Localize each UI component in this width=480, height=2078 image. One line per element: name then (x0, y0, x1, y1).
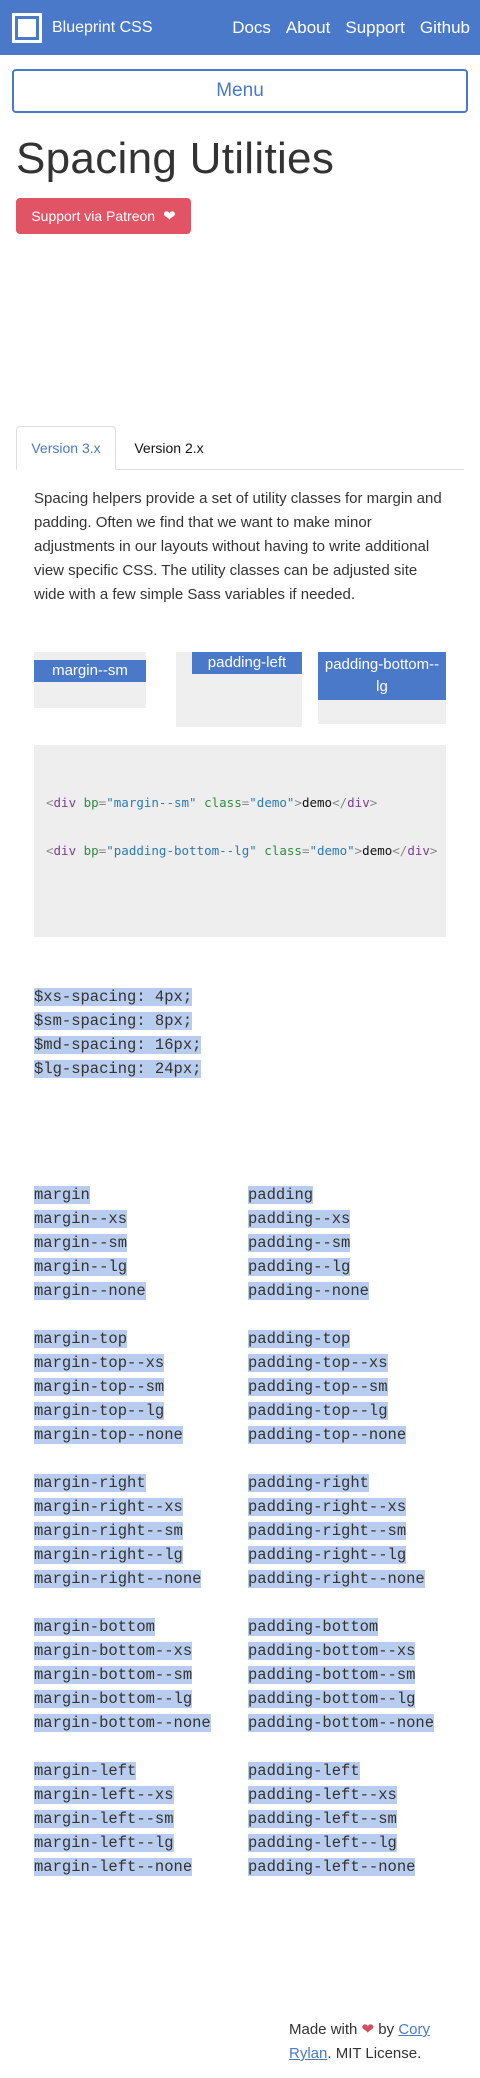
margin-class-list: margin margin--xs margin--sm margin--lg marg… (34, 1183, 211, 1903)
padding-class-group: padding-left padding-left--xs padding-left… (248, 1759, 434, 1879)
padding-class-name: padding-bottom--xs (248, 1642, 416, 1660)
padding-class-group: padding padding--xs padding--sm padding--lg… (248, 1183, 434, 1303)
padding-class-group: padding-bottom padding-bottom--xs padding-… (248, 1615, 435, 1735)
sass-var-md: $md-spacing: 16px; (34, 1036, 202, 1054)
nav-github-link[interactable]: Github (420, 18, 470, 37)
padding-class-name: padding-left--none (248, 1858, 416, 1876)
padding-class-name: padding-right--none (248, 1570, 425, 1588)
patreon-label: Support via Patreon (31, 208, 156, 224)
padding-class-name: padding-top--sm (248, 1378, 388, 1396)
padding-class-name: padding--lg (248, 1258, 351, 1276)
padding-class-name: padding-left--sm (248, 1810, 397, 1828)
margin-class-group: margin-top margin-top--xs margin-top--sm ma… (34, 1327, 211, 1447)
nav-links: Docs About Support Github (217, 18, 470, 38)
margin-class-name: margin-top--none (34, 1426, 183, 1444)
padding-class-group: padding-top padding-top--xs padding-top--s… (248, 1327, 434, 1447)
padding-class-name: padding-left (248, 1762, 360, 1780)
padding-class-name: padding-top--none (248, 1426, 407, 1444)
top-navbar: Blueprint CSS Docs About Support Github (0, 0, 480, 55)
footer-by: by (378, 2021, 395, 2038)
padding-class-name: padding-bottom--none (248, 1714, 435, 1732)
footer-made-with: Made with (289, 2021, 358, 2038)
margin-class-name: margin-bottom--none (34, 1714, 211, 1732)
margin-class-name: margin-top--xs (34, 1354, 165, 1372)
demo-margin-sm-box: margin--sm (34, 652, 146, 708)
brand-name[interactable]: Blueprint CSS (52, 19, 217, 37)
demo-margin-sm-chip: margin--sm (34, 660, 146, 682)
margin-class-name: margin-right--sm (34, 1522, 183, 1540)
padding-class-name: padding-left--lg (248, 1834, 397, 1852)
tab-version-2[interactable]: Version 2.x (118, 426, 220, 470)
margin-class-name: margin-top (34, 1330, 128, 1348)
padding-class-name: padding-top (248, 1330, 351, 1348)
margin-class-name: margin-bottom (34, 1618, 155, 1636)
margin-class-name: margin-right--none (34, 1570, 202, 1588)
padding-class-name: padding-right--lg (248, 1546, 407, 1564)
margin-class-name: margin-left--lg (34, 1834, 174, 1852)
code-line-1: <div bp="margin--sm" class="demo">demo</… (46, 795, 378, 810)
margin-class-name: margin-left--xs (34, 1786, 174, 1804)
heart-icon: ❤ (163, 208, 176, 225)
margin-class-name: margin--lg (34, 1258, 128, 1276)
padding-class-name: padding-left--xs (248, 1786, 397, 1804)
margin-class-name: margin-right (34, 1474, 146, 1492)
sass-var-lg: $lg-spacing: 24px; (34, 1060, 202, 1078)
margin-class-name: margin--sm (34, 1234, 128, 1252)
padding-class-name: padding-bottom (248, 1618, 379, 1636)
footer: Made with ❤ by Cory Rylan. MIT License. (289, 2018, 449, 2066)
padding-class-name: padding-bottom--sm (248, 1666, 416, 1684)
demo-padding-bottom-lg-box: padding-bottom--lg (318, 652, 446, 724)
page-title: Spacing Utilities (16, 134, 335, 183)
blueprint-logo-icon[interactable] (12, 12, 42, 43)
margin-class-name: margin--xs (34, 1210, 128, 1228)
margin-class-name: margin (34, 1186, 90, 1204)
padding-class-name: padding-right--xs (248, 1498, 407, 1516)
nav-about-link[interactable]: About (286, 18, 330, 37)
sass-variables: $xs-spacing: 4px; $sm-spacing: 8px; $md-… (34, 985, 202, 1081)
padding-class-list: padding padding--xs padding--sm padding--lg… (248, 1183, 435, 1903)
sass-var-xs: $xs-spacing: 4px; (34, 988, 193, 1006)
margin-class-name: margin-bottom--xs (34, 1642, 193, 1660)
padding-class-name: padding-right--sm (248, 1522, 407, 1540)
patreon-button[interactable]: Support via Patreon ❤ (16, 198, 191, 234)
nav-docs-link[interactable]: Docs (232, 18, 271, 37)
margin-class-name: margin-right--lg (34, 1546, 183, 1564)
intro-paragraph: Spacing helpers provide a set of utility… (34, 490, 442, 603)
padding-class-name: padding-bottom--lg (248, 1690, 416, 1708)
margin-class-name: margin-left--none (34, 1858, 193, 1876)
menu-button[interactable]: Menu (12, 69, 468, 113)
margin-class-name: margin-top--sm (34, 1378, 165, 1396)
margin-class-name: margin-left--sm (34, 1810, 174, 1828)
padding-class-group: padding-right padding-right--xs padding-ri… (248, 1471, 434, 1591)
margin-class-name: margin-right--xs (34, 1498, 183, 1516)
tab-version-3[interactable]: Version 3.x (16, 426, 116, 470)
padding-class-name: padding--sm (248, 1234, 351, 1252)
padding-class-name: padding-top--lg (248, 1402, 388, 1420)
sass-var-sm: $sm-spacing: 8px; (34, 1012, 193, 1030)
heart-icon: ❤ (361, 2021, 375, 2038)
padding-class-name: padding--xs (248, 1210, 351, 1228)
margin-class-group: margin margin--xs margin--sm margin--lg marg… (34, 1183, 211, 1303)
margin-class-group: margin-left margin-left--xs margin-left--s… (34, 1759, 211, 1879)
version-tabs: Version 3.x Version 2.x (16, 426, 464, 470)
spacing-demo-row: margin--sm padding-left padding-bottom--… (34, 652, 446, 732)
padding-class-name: padding (248, 1186, 314, 1204)
margin-class-name: margin-top--lg (34, 1402, 165, 1420)
margin-class-name: margin-bottom--sm (34, 1666, 193, 1684)
footer-license: . MIT License. (327, 2045, 422, 2062)
padding-class-name: padding-top--xs (248, 1354, 388, 1372)
code-line-2: <div bp="padding-bottom--lg" class="demo… (46, 843, 438, 858)
padding-class-name: padding--none (248, 1282, 369, 1300)
margin-class-name: margin-left (34, 1762, 137, 1780)
demo-padding-left-chip: padding-left (192, 652, 302, 674)
demo-padding-left-box: padding-left (176, 652, 302, 727)
margin-class-group: margin-right margin-right--xs margin-right… (34, 1471, 211, 1591)
code-sample: <div bp="margin--sm" class="demo">demo</… (34, 745, 446, 937)
margin-class-name: margin--none (34, 1282, 146, 1300)
margin-class-name: margin-bottom--lg (34, 1690, 193, 1708)
nav-support-link[interactable]: Support (345, 18, 405, 37)
demo-padding-bottom-lg-chip: padding-bottom--lg (318, 652, 446, 700)
padding-class-name: padding-right (248, 1474, 369, 1492)
margin-class-group: margin-bottom margin-bottom--xs margin-bot… (34, 1615, 211, 1735)
